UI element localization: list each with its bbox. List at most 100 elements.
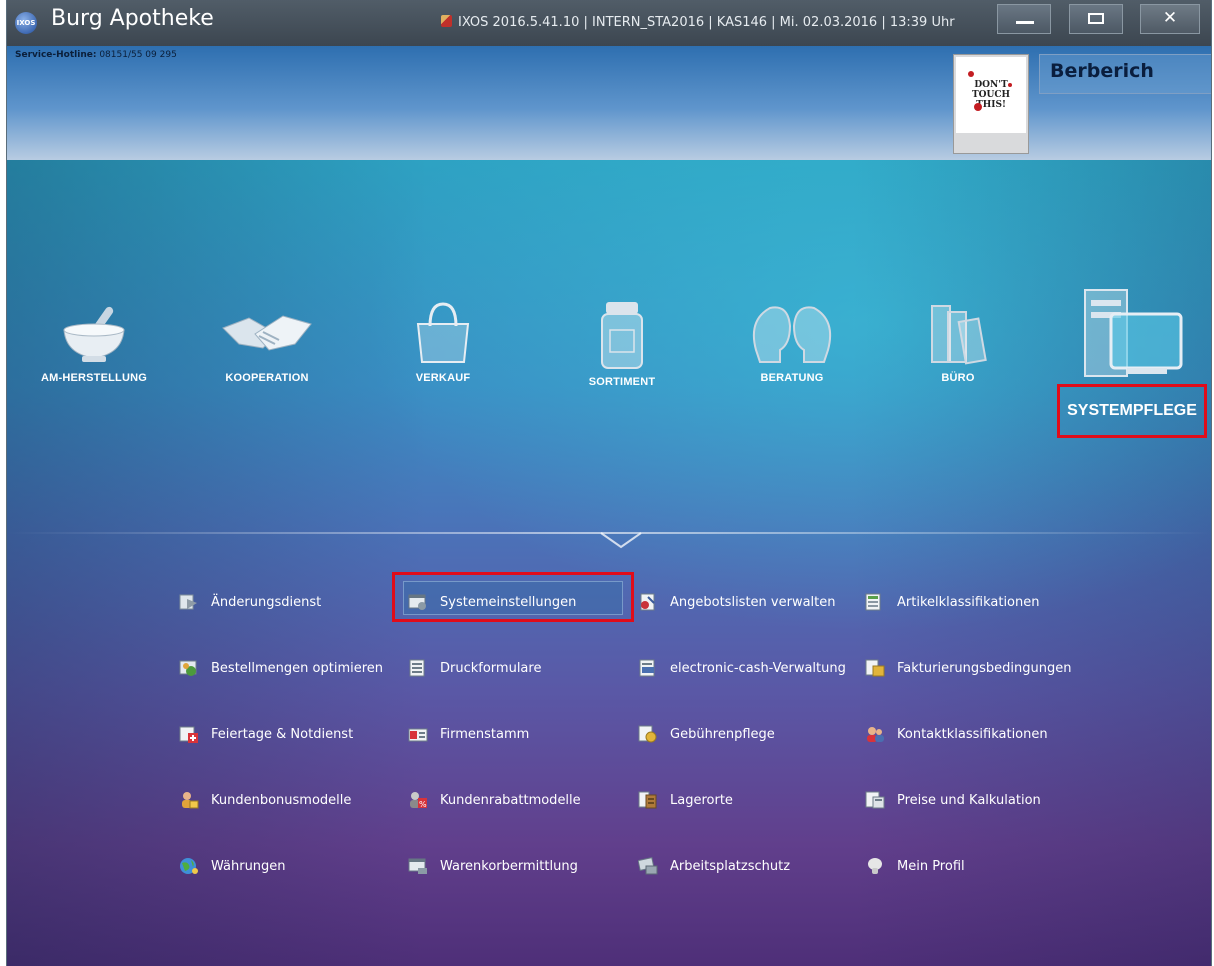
- app-window: IXOS Burg Apotheke IXOS 2016.5.41.10 | I…: [6, 0, 1212, 966]
- svg-text:%: %: [419, 800, 427, 809]
- menu-item-kontaktklassifikationen[interactable]: Kontaktklassifikationen: [865, 721, 1048, 747]
- menu-item-artikelklassifikationen[interactable]: Artikelklassifikationen: [865, 589, 1039, 615]
- category-verkauf[interactable]: VERKAUF: [393, 300, 493, 384]
- menu-item-label: Kundenbonusmodelle: [211, 792, 352, 808]
- menu-item-gebuehrenpflege[interactable]: Gebührenpflege: [638, 721, 775, 747]
- menu-item-druckformulare[interactable]: Druckformulare: [408, 655, 541, 681]
- customer-bonus-icon: [182, 792, 199, 809]
- menu-item-label: Fakturierungsbedingungen: [897, 660, 1072, 676]
- menu-item-label: Feiertage & Notdienst: [211, 726, 354, 742]
- ixos-info-icon: [441, 15, 452, 27]
- category-am-herstellung[interactable]: AM-HERSTELLUNG: [29, 300, 159, 384]
- menu-item-label: Gebührenpflege: [670, 726, 775, 742]
- category-sortiment[interactable]: SORTIMENT: [567, 300, 677, 388]
- version-info: IXOS 2016.5.41.10 | INTERN_STA2016 | KAS…: [441, 15, 955, 30]
- discount-icon: %: [410, 792, 427, 809]
- storage-icon: [638, 791, 657, 809]
- category-label-active: SYSTEMPFLEGE: [1067, 402, 1197, 419]
- settings-window-icon: [408, 594, 426, 610]
- classification-icon: [865, 593, 881, 611]
- menu-item-systemeinstellungen[interactable]: Systemeinstellungen: [408, 589, 576, 615]
- menu-item-label: Arbeitsplatzschutz: [670, 858, 791, 874]
- background-shade: [7, 160, 1211, 966]
- maximize-button[interactable]: [1069, 4, 1123, 34]
- menu-item-angebotslisten[interactable]: Angebotslisten verwalten: [638, 589, 836, 615]
- menu-item-warenkorbermittlung[interactable]: Warenkorbermittlung: [408, 853, 578, 879]
- menu-item-label: Änderungsdienst: [211, 594, 322, 610]
- hotline-number: 08151/55 09 295: [99, 50, 177, 60]
- menu-item-label: Lagerorte: [670, 792, 733, 808]
- mortar-pestle-icon: [63, 306, 125, 362]
- menu-item-label: Kundenrabattmodelle: [440, 792, 581, 808]
- menu-item-bestellmengen[interactable]: Bestellmengen optimieren: [179, 655, 383, 681]
- category-beratung[interactable]: BERATUNG: [737, 300, 847, 384]
- menu-item-firmenstamm[interactable]: Firmenstamm: [408, 721, 529, 747]
- medicine-jar-icon: [601, 302, 643, 369]
- update-icon: [179, 594, 197, 610]
- splash-decoration: [968, 71, 974, 77]
- menu-item-electronic-cash[interactable]: electronic-cash-Verwaltung: [638, 655, 846, 681]
- close-button[interactable]: [1140, 4, 1200, 34]
- splash-decoration: [974, 103, 982, 111]
- user-photo: DON'T TOUCH THIS!: [956, 57, 1026, 133]
- pricing-icon: [865, 791, 885, 809]
- order-optimize-icon: [179, 660, 197, 676]
- menu-item-mein-profil[interactable]: Mein Profil: [865, 853, 965, 879]
- currency-globe-icon: [180, 858, 198, 874]
- ec-card-icon: [639, 659, 655, 677]
- category-label: BÜRO: [941, 372, 975, 384]
- consultation-heads-icon: [752, 306, 832, 363]
- chevron-down-icon: [600, 532, 642, 549]
- splash-decoration: [1008, 83, 1012, 87]
- menu-item-label: Firmenstamm: [440, 726, 530, 742]
- menu-item-label: Angebotslisten verwalten: [670, 594, 836, 610]
- offer-list-icon: [640, 593, 655, 611]
- invoice-icon: [865, 659, 885, 677]
- menu-item-label: Artikelklassifikationen: [897, 594, 1040, 610]
- user-photo-frame[interactable]: DON'T TOUCH THIS!: [953, 54, 1029, 154]
- app-logo-icon: IXOS: [15, 12, 37, 34]
- menu-item-label: Währungen: [211, 858, 286, 874]
- menu-item-kundenrabattmodelle[interactable]: % Kundenrabattmodelle: [408, 787, 581, 813]
- app-title: Burg Apotheke: [51, 6, 214, 31]
- menu-item-waehrungen[interactable]: Währungen: [179, 853, 286, 879]
- menu-item-preise-kalkulation[interactable]: Preise und Kalkulation: [865, 787, 1041, 813]
- menu-item-label: Mein Profil: [897, 858, 965, 874]
- menu-item-label: Systemeinstellungen: [440, 594, 577, 610]
- category-kooperation[interactable]: KOOPERATION: [205, 300, 329, 384]
- menu-item-lagerorte[interactable]: Lagerorte: [638, 787, 733, 813]
- print-form-icon: [409, 659, 425, 677]
- menu-item-fakturierung[interactable]: Fakturierungsbedingungen: [865, 655, 1072, 681]
- menu-item-label: Preise und Kalkulation: [897, 792, 1041, 808]
- category-buero[interactable]: BÜRO: [903, 300, 1013, 384]
- menu-item-aenderungsdienst[interactable]: Änderungsdienst: [179, 589, 321, 615]
- menu-item-kundenbonusmodelle[interactable]: Kundenbonusmodelle: [179, 787, 351, 813]
- category-label: VERKAUF: [415, 372, 471, 384]
- category-systempflege[interactable]: [1075, 286, 1185, 388]
- computer-icon: [1084, 289, 1183, 377]
- category-label: SORTIMENT: [588, 376, 656, 388]
- handshake-icon: [222, 315, 312, 351]
- workstation-lock-icon: [638, 857, 658, 875]
- category-systempflege-highlight[interactable]: SYSTEMPFLEGE: [1057, 384, 1207, 438]
- menu-item-feiertage[interactable]: Feiertage & Notdienst: [179, 721, 353, 747]
- menu-item-label: Kontaktklassifikationen: [897, 726, 1048, 742]
- basket-window-icon: [408, 858, 427, 874]
- minimize-button[interactable]: [997, 4, 1051, 34]
- menu-item-label: electronic-cash-Verwaltung: [670, 660, 846, 676]
- binders-icon: [931, 305, 987, 365]
- user-box[interactable]: Berberich: [1039, 54, 1211, 94]
- title-bar: IXOS Burg Apotheke IXOS 2016.5.41.10 | I…: [7, 0, 1211, 46]
- fees-icon: [638, 725, 657, 743]
- shopping-bag-icon: [416, 302, 470, 363]
- calendar-plus-icon: [179, 726, 198, 743]
- menu-item-arbeitsplatzschutz[interactable]: Arbeitsplatzschutz: [638, 853, 790, 879]
- info-bar: Service-Hotline: 08151/55 09 295 DON'T T…: [7, 46, 1211, 160]
- contacts-icon: [867, 727, 884, 742]
- user-name: Berberich: [1050, 60, 1154, 82]
- version-info-text: IXOS 2016.5.41.10 | INTERN_STA2016 | KAS…: [458, 15, 955, 30]
- category-label: BERATUNG: [760, 372, 824, 384]
- menu-item-label: Druckformulare: [440, 660, 542, 676]
- hotline-label: Service-Hotline:: [15, 50, 97, 60]
- menu-item-label: Warenkorbermittlung: [440, 858, 578, 874]
